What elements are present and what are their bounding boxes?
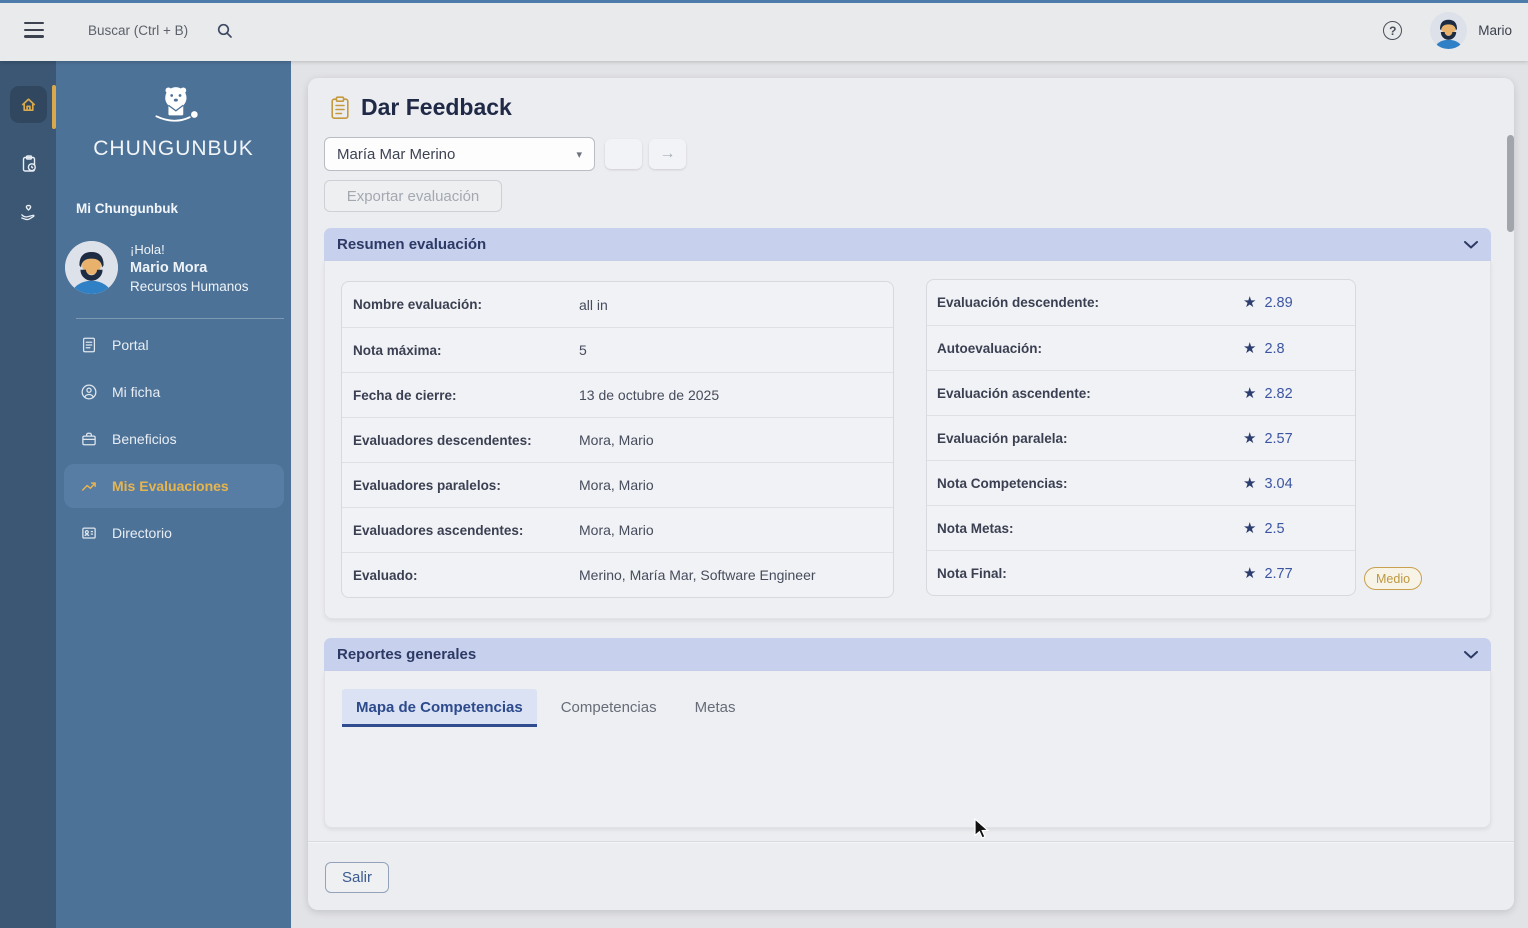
evaluation-details-table: Nombre evaluación: all in Nota máxima: 5… bbox=[341, 281, 894, 598]
sidebar-divider bbox=[76, 318, 284, 319]
sidebar-section-label: Mi Chungunbuk bbox=[76, 201, 178, 216]
window-top-accent bbox=[0, 0, 1528, 3]
sidebar-item-mis-evaluaciones[interactable]: Mis Evaluaciones bbox=[64, 464, 284, 508]
sidebar: CHUNGUNBUK Mi Chungunbuk ¡Hola! Mario Mo… bbox=[56, 61, 291, 928]
report-tabs: Mapa de Competencias Competencias Metas bbox=[342, 689, 749, 727]
scrollbar-thumb[interactable] bbox=[1507, 135, 1514, 232]
chevron-down-icon[interactable] bbox=[1464, 240, 1478, 249]
sidebar-item-label: Directorio bbox=[112, 525, 172, 541]
user-name-label: Mario bbox=[1478, 23, 1512, 38]
menu-toggle-button[interactable] bbox=[24, 22, 44, 38]
sidebar-item-directorio[interactable]: Directorio bbox=[64, 511, 284, 555]
table-row: Evaluadores descendentes: Mora, Mario bbox=[342, 417, 893, 462]
user-menu[interactable]: Mario bbox=[1430, 12, 1512, 49]
employee-select[interactable]: María Mar Merino ▾ bbox=[324, 137, 595, 171]
person-circle-icon bbox=[81, 384, 97, 400]
chevron-down-icon[interactable] bbox=[1464, 650, 1478, 659]
table-row: Nota Competencias: ★ 3.04 bbox=[927, 460, 1355, 505]
table-row: Evaluación descendente: ★ 2.89 bbox=[937, 294, 1293, 311]
table-row: Evaluadores paralelos: Mora, Mario bbox=[342, 462, 893, 507]
export-evaluation-button[interactable]: Exportar evaluación bbox=[324, 180, 502, 212]
star-icon: ★ bbox=[1243, 385, 1257, 402]
hand-heart-icon bbox=[21, 204, 35, 221]
star-icon: ★ bbox=[1243, 294, 1257, 311]
clipboard-icon bbox=[331, 95, 349, 119]
employee-select-value: María Mar Merino bbox=[337, 145, 456, 163]
star-icon: ★ bbox=[1243, 565, 1257, 582]
rail-home-button[interactable] bbox=[10, 86, 47, 123]
previous-employee-button[interactable] bbox=[605, 139, 642, 169]
rail-clipboard-button[interactable] bbox=[10, 145, 47, 182]
brand-name: CHUNGUNBUK bbox=[93, 137, 254, 160]
sidebar-item-label: Mis Evaluaciones bbox=[112, 478, 229, 494]
star-icon: ★ bbox=[1243, 340, 1257, 357]
sidebar-user-role: Recursos Humanos bbox=[130, 279, 249, 294]
caret-down-icon: ▾ bbox=[576, 148, 582, 161]
reportes-panel-title: Reportes generales bbox=[337, 646, 477, 663]
clipboard-clock-icon bbox=[22, 154, 36, 172]
help-icon[interactable]: ? bbox=[1383, 21, 1403, 40]
table-row: Nota Metas: ★ 2.5 bbox=[927, 505, 1355, 550]
tab-mapa-de-competencias[interactable]: Mapa de Competencias bbox=[342, 689, 537, 727]
exit-button[interactable]: Salir bbox=[325, 862, 389, 893]
table-row: Nota Final: ★ 2.77 bbox=[927, 550, 1355, 595]
table-row: Evaluación ascendente: ★ 2.82 bbox=[927, 370, 1355, 415]
user-avatar-icon bbox=[1430, 12, 1468, 49]
star-icon: ★ bbox=[1243, 430, 1257, 447]
briefcase-icon bbox=[82, 432, 96, 446]
sidebar-menu: Portal Mi ficha Beneficios Mis Evaluacio… bbox=[64, 323, 284, 558]
next-employee-button[interactable]: → bbox=[649, 139, 686, 169]
icon-rail bbox=[0, 61, 56, 928]
brand-mascot-logo bbox=[56, 83, 291, 133]
trending-up-icon bbox=[81, 482, 96, 491]
table-row: Evaluadores ascendentes: Mora, Mario bbox=[342, 507, 893, 552]
sidebar-item-mi-ficha[interactable]: Mi ficha bbox=[64, 370, 284, 414]
resumen-panel-body: Nombre evaluación: all in Nota máxima: 5… bbox=[324, 261, 1491, 619]
sidebar-user-avatar-icon bbox=[65, 241, 118, 294]
sidebar-item-label: Portal bbox=[112, 337, 149, 353]
star-icon: ★ bbox=[1243, 475, 1257, 492]
id-card-icon bbox=[82, 527, 96, 539]
top-bar: ? Mario bbox=[0, 0, 1528, 61]
sidebar-user-card: ¡Hola! Mario Mora Recursos Humanos bbox=[65, 241, 249, 294]
sidebar-user-name: Mario Mora bbox=[130, 260, 208, 276]
reportes-panel: Reportes generales Mapa de Competencias … bbox=[324, 638, 1491, 828]
main-content-card: Dar Feedback María Mar Merino ▾ → Export… bbox=[308, 78, 1514, 910]
rail-hand-heart-button[interactable] bbox=[10, 193, 47, 230]
sidebar-greeting: ¡Hola! bbox=[130, 242, 165, 257]
table-row: Nombre evaluación: all in bbox=[353, 296, 608, 313]
footer-divider bbox=[308, 841, 1514, 842]
tab-metas[interactable]: Metas bbox=[681, 689, 750, 727]
table-row: Fecha de cierre: 13 de octubre de 2025 bbox=[342, 372, 893, 417]
arrow-right-icon: → bbox=[659, 145, 676, 162]
sidebar-item-portal[interactable]: Portal bbox=[64, 323, 284, 367]
tab-competencias[interactable]: Competencias bbox=[547, 689, 671, 727]
resumen-panel: Resumen evaluación Nombre evaluación: al… bbox=[324, 228, 1491, 619]
resumen-panel-title: Resumen evaluación bbox=[337, 236, 487, 253]
search-input[interactable] bbox=[88, 18, 216, 42]
final-grade-status-badge: Medio bbox=[1364, 567, 1423, 590]
sidebar-item-beneficios[interactable]: Beneficios bbox=[64, 417, 284, 461]
reportes-panel-header[interactable]: Reportes generales bbox=[324, 638, 1491, 671]
document-icon bbox=[82, 337, 96, 353]
table-row: Evaluado: Merino, María Mar, Software En… bbox=[342, 552, 893, 597]
search-icon[interactable] bbox=[216, 22, 234, 40]
table-row: Autoevaluación: ★ 2.8 bbox=[927, 325, 1355, 370]
reportes-panel-body: Mapa de Competencias Competencias Metas bbox=[324, 671, 1491, 828]
sidebar-item-label: Mi ficha bbox=[112, 384, 161, 400]
table-row: Nota máxima: 5 bbox=[342, 327, 893, 372]
sidebar-item-label: Beneficios bbox=[112, 431, 177, 447]
evaluation-scores-table: Evaluación descendente: ★ 2.89 Autoevalua… bbox=[926, 279, 1356, 596]
rail-active-indicator bbox=[52, 85, 56, 129]
resumen-panel-header[interactable]: Resumen evaluación bbox=[324, 228, 1491, 261]
table-row: Evaluación paralela: ★ 2.57 bbox=[927, 415, 1355, 460]
star-icon: ★ bbox=[1243, 520, 1257, 537]
page-title: Dar Feedback bbox=[361, 94, 512, 120]
